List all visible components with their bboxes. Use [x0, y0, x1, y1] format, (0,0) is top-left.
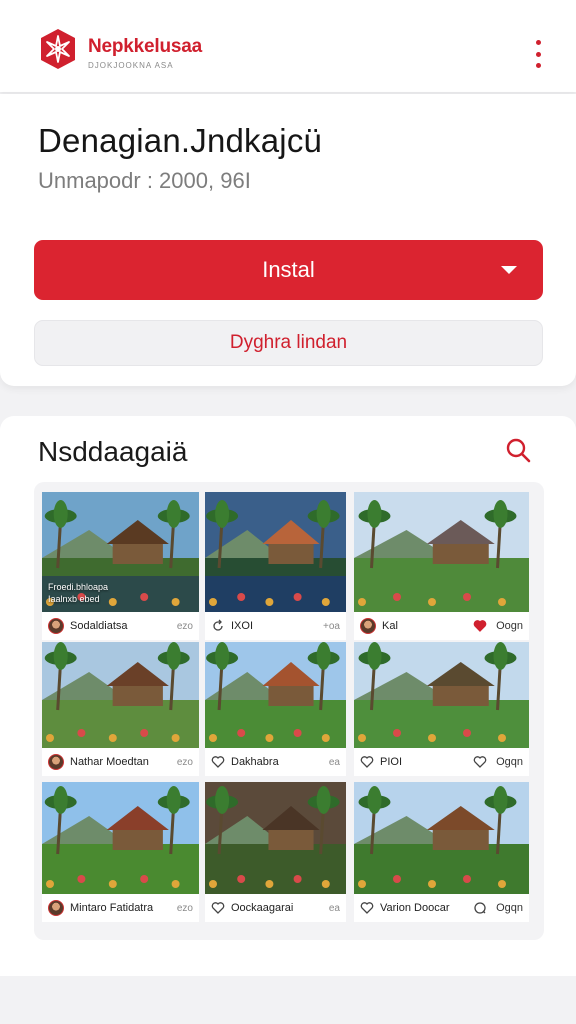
page-title: Denagian.Jndkajcü — [38, 122, 323, 159]
tile-title: Oockaagarai — [231, 902, 294, 914]
tile-title: Mintaro Fatidatra — [70, 902, 154, 914]
gallery-tile[interactable]: Kal Oogn — [354, 492, 529, 640]
tile-meta-text: Ogqn — [496, 756, 523, 768]
like-icon[interactable] — [211, 901, 225, 915]
avatar[interactable] — [48, 618, 64, 634]
brand-tagline: DJOKJOOKNA ASA — [88, 61, 174, 70]
brand-logo-icon — [41, 29, 75, 69]
more-options-icon[interactable] — [528, 40, 548, 68]
tile-meta-text: ezo — [176, 756, 193, 768]
gallery-photo — [205, 782, 346, 894]
tile-caption: Oockaagarai ea — [205, 894, 346, 922]
like-icon[interactable] — [360, 901, 374, 915]
caret-down-icon[interactable] — [501, 266, 517, 274]
tile-meta-text: ezo — [176, 620, 193, 632]
top-app-bar: Nepkkelusaa DJOKJOOKNA ASA — [0, 0, 576, 92]
comment-icon[interactable] — [473, 901, 487, 915]
avatar[interactable] — [360, 618, 376, 634]
tile-meta-text: ezo — [176, 902, 193, 914]
gallery-tile[interactable]: Froedi.bhloapa Iaalnxb ebed Sodaldiatsa ezo — [42, 492, 199, 640]
gallery-photo — [205, 642, 346, 748]
gallery-tile[interactable]: Dakhabra ea — [205, 642, 346, 776]
tile-caption: IXOI +oa — [205, 612, 346, 640]
tile-meta: ezo — [177, 903, 193, 914]
like-icon[interactable] — [211, 755, 225, 769]
tile-meta-text: Ogqn — [496, 902, 523, 914]
tile-caption: Mintaro Fatidatra ezo — [42, 894, 199, 922]
tile-meta: ea — [329, 903, 340, 914]
tile-meta: Ogqn — [473, 755, 523, 769]
tile-caption: Dakhabra ea — [205, 748, 346, 776]
tile-title: IXOI — [231, 620, 254, 632]
avatar[interactable] — [48, 754, 64, 770]
tile-title: Sodaldiatsa — [70, 620, 128, 632]
tile-caption: Kal Oogn — [354, 612, 529, 640]
tile-overlay-text: Froedi.bhloapa — [48, 582, 109, 592]
tile-caption: Varion Doocar Ogqn — [354, 894, 529, 922]
avatar[interactable] — [48, 900, 64, 916]
tile-title: Varion Doocar — [380, 902, 450, 914]
heart-filled-icon[interactable] — [473, 619, 487, 633]
heart-icon[interactable] — [473, 755, 487, 769]
gallery-tile[interactable]: Mintaro Fatidatra ezo — [42, 782, 199, 922]
search-icon[interactable] — [504, 436, 532, 464]
tile-meta: ezo — [177, 757, 193, 768]
gallery-photo — [42, 642, 199, 748]
gallery-tile[interactable]: IXOI +oa — [205, 492, 346, 640]
like-icon[interactable] — [360, 755, 374, 769]
install-button[interactable]: Instal — [34, 240, 543, 300]
tile-meta: +oa — [323, 621, 340, 632]
tile-title: Nathar Moedtan — [70, 756, 149, 768]
section-title: Nsddaagaiä — [38, 436, 188, 467]
tile-title: Dakhabra — [231, 756, 279, 768]
secondary-button-label: Dyghra lindan — [229, 332, 348, 353]
tile-title: Kal — [382, 620, 398, 632]
tile-title: PIOI — [380, 756, 403, 768]
brand-name: Nepkkelusaa — [88, 36, 202, 57]
gallery-photo — [42, 782, 199, 894]
tile-meta: Ogqn — [473, 901, 523, 915]
install-button-label: Instal — [262, 257, 315, 282]
tile-meta-text: ea — [328, 756, 340, 768]
page-subtitle: Unmapodr : 2000, 96I — [38, 168, 251, 193]
gallery-tile[interactable]: Nathar Moedtan ezo — [42, 642, 199, 776]
gallery-photo — [354, 642, 529, 748]
app-details-card: Denagian.Jndkajcü Unmapodr : 2000, 96I I… — [0, 94, 576, 386]
gallery-grid: Froedi.bhloapa Iaalnxb ebed Sodaldiatsa ezo… — [34, 482, 544, 940]
tile-overlay-subtext: Iaalnxb ebed — [48, 594, 100, 604]
gallery-tile[interactable]: Varion Doocar Ogqn — [354, 782, 529, 922]
tile-meta-text: Oogn — [496, 620, 523, 632]
gallery-photo — [354, 782, 529, 894]
tile-meta-text: +oa — [323, 620, 340, 632]
gallery-tile[interactable]: PIOI Ogqn — [354, 642, 529, 776]
tile-meta: Oogn — [473, 619, 523, 633]
secondary-button[interactable]: Dyghra lindan — [34, 320, 543, 366]
tile-meta: ezo — [177, 621, 193, 632]
gallery-photo — [205, 492, 346, 612]
tile-caption: PIOI Ogqn — [354, 748, 529, 776]
tile-meta: ea — [329, 757, 340, 768]
gallery-section: Nsddaagaiä Froedi.bhloapa Iaalnxb ebed Sod… — [0, 416, 576, 976]
gallery-photo — [354, 492, 529, 612]
gallery-tile[interactable]: Oockaagarai ea — [205, 782, 346, 922]
tile-meta-text: ea — [328, 902, 340, 914]
tile-caption: Nathar Moedtan ezo — [42, 748, 199, 776]
tile-caption: Sodaldiatsa ezo — [42, 612, 199, 640]
refresh-icon[interactable] — [211, 619, 225, 633]
